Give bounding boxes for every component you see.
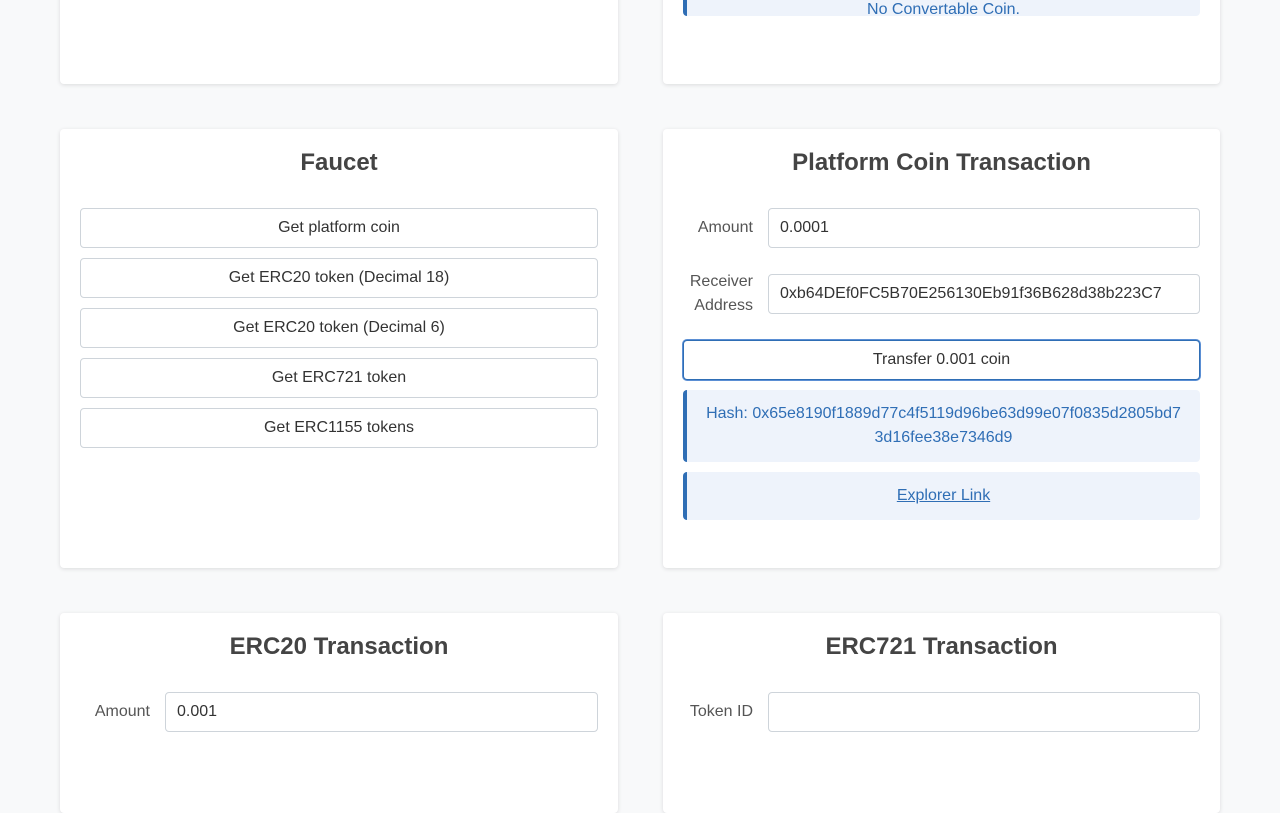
amount-input[interactable]: [768, 208, 1200, 248]
receiver-label-line2: Address: [694, 297, 753, 314]
get-erc721-button[interactable]: Get ERC721 token: [80, 358, 598, 398]
transfer-coin-button[interactable]: Transfer 0.001 coin: [683, 340, 1200, 380]
erc20-amount-label: Amount: [94, 703, 150, 720]
top-left-card: [60, 0, 618, 84]
get-platform-coin-button[interactable]: Get platform coin: [80, 208, 598, 248]
get-erc20-decimal18-button[interactable]: Get ERC20 token (Decimal 18): [80, 258, 598, 298]
no-convertable-alert: No Convertable Coin.: [683, 0, 1200, 18]
erc20-amount-input[interactable]: [165, 692, 598, 732]
receiver-label-line1: Receiver: [689, 273, 753, 290]
get-erc1155-button[interactable]: Get ERC1155 tokens: [80, 408, 598, 448]
hash-alert: Hash: 0x65e8190f1889d77c4f5119d96be63d99…: [683, 390, 1200, 462]
platform-tx-title: Platform Coin Transaction: [792, 149, 1091, 176]
erc721-tx-title: ERC721 Transaction: [825, 633, 1058, 660]
token-id-label: Token ID: [689, 703, 753, 720]
amount-label: Amount: [697, 219, 753, 236]
erc721-tx-card: ERC721 Transaction Token ID: [663, 613, 1220, 813]
erc20-tx-title: ERC20 Transaction: [229, 633, 449, 660]
get-erc20-decimal6-button[interactable]: Get ERC20 token (Decimal 6): [80, 308, 598, 348]
faucet-title: Faucet: [300, 149, 378, 176]
platform-coin-tx-card: Platform Coin Transaction Amount Receive…: [663, 129, 1220, 568]
explorer-link[interactable]: Explorer Link: [897, 484, 990, 508]
convertable-coin-card: No Convertable Coin.: [663, 0, 1220, 84]
faucet-card: Faucet Get platform coin Get ERC20 token…: [60, 129, 618, 568]
token-id-input[interactable]: [768, 692, 1200, 732]
explorer-alert: Explorer Link: [683, 472, 1200, 520]
hash-text: Hash: 0x65e8190f1889d77c4f5119d96be63d99…: [706, 405, 1181, 446]
receiver-address-label: Receiver Address: [683, 270, 753, 318]
erc20-tx-card: ERC20 Transaction Amount: [60, 613, 618, 813]
no-convertable-text: No Convertable Coin.: [867, 1, 1020, 18]
receiver-address-input[interactable]: [768, 274, 1200, 314]
